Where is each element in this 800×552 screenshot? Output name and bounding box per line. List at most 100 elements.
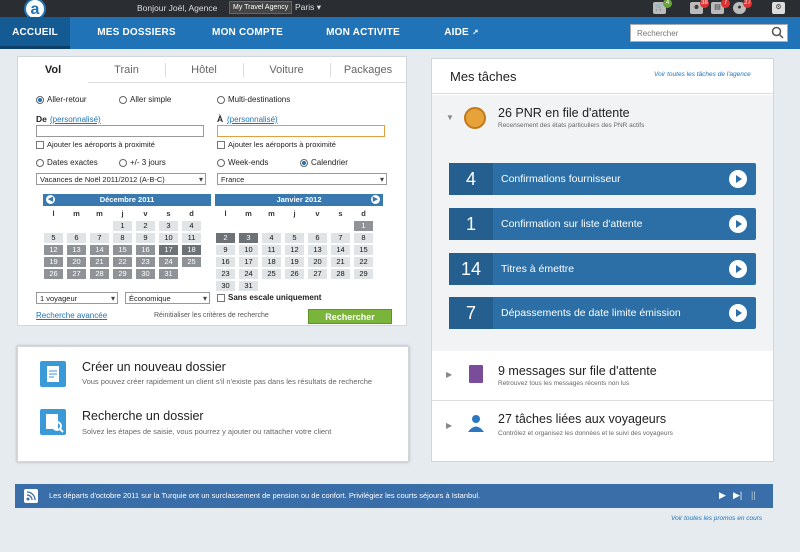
calendar-day[interactable]: 14: [90, 245, 109, 255]
calendar-day[interactable]: 12: [44, 245, 63, 255]
calendar-day[interactable]: 16: [136, 245, 155, 255]
calendar-day[interactable]: 15: [354, 245, 373, 255]
calendar-day[interactable]: 31: [159, 269, 178, 279]
calendar-day[interactable]: 13: [308, 245, 327, 255]
nav-accueil[interactable]: ACCUEIL: [0, 17, 70, 49]
tab-voiture[interactable]: Voiture: [243, 57, 330, 83]
calendar-day[interactable]: 27: [67, 269, 86, 279]
task-row-confirmations[interactable]: 4 Confirmations fournisseur: [449, 163, 756, 195]
calendar-day[interactable]: 9: [136, 233, 155, 243]
calendar-day[interactable]: 6: [308, 233, 327, 243]
calendar-day[interactable]: 3: [159, 221, 178, 231]
radio-week-ends[interactable]: [217, 159, 225, 167]
messages-section[interactable]: ▶ 9 messages sur file d'attente Retrouve…: [432, 355, 773, 401]
document-icon[interactable]: ▤ 7: [711, 0, 730, 14]
calendar-day[interactable]: 14: [331, 245, 350, 255]
task-row-tickets[interactable]: 14 Titres à émettre: [449, 253, 756, 285]
calendar-day[interactable]: 29: [354, 269, 373, 279]
search-input[interactable]: [630, 24, 788, 42]
calendar-day[interactable]: 19: [285, 257, 304, 267]
calendar-day[interactable]: 5: [285, 233, 304, 243]
calendar-day[interactable]: 24: [159, 257, 178, 267]
search-icon[interactable]: [771, 26, 784, 39]
calendar-day[interactable]: 10: [239, 245, 258, 255]
pnr-queue-title[interactable]: 26 PNR en file d'attente: [498, 106, 630, 120]
user-settings-icon[interactable]: ⚙: [772, 2, 785, 14]
radio-dates-exactes[interactable]: [36, 159, 44, 167]
find-dossier-item[interactable]: Recherche un dossier Solvez les étapes d…: [18, 403, 408, 461]
calendar-day[interactable]: 26: [285, 269, 304, 279]
calendar-day[interactable]: 5: [44, 233, 63, 243]
calendar-day[interactable]: 16: [216, 257, 235, 267]
calendar-day[interactable]: 9: [216, 245, 235, 255]
calendar-day[interactable]: 30: [136, 269, 155, 279]
expand-triangle-icon[interactable]: ▶: [446, 370, 452, 379]
tab-hotel[interactable]: Hôtel: [165, 57, 243, 83]
calendar-day[interactable]: 7: [331, 233, 350, 243]
calendar-day[interactable]: 21: [331, 257, 350, 267]
calendar-day[interactable]: 3: [239, 233, 258, 243]
calendar-day[interactable]: 28: [90, 269, 109, 279]
nonstop-checkbox[interactable]: [217, 294, 225, 302]
agency-badge[interactable]: My Travel Agency: [229, 1, 293, 14]
calendar-day[interactable]: 10: [159, 233, 178, 243]
calendar-day[interactable]: 18: [182, 245, 201, 255]
calendar-day[interactable]: 25: [182, 257, 201, 267]
calendar-day[interactable]: 17: [239, 257, 258, 267]
calendar-day[interactable]: 7: [90, 233, 109, 243]
from-customize-link[interactable]: (personnalisé): [50, 115, 101, 124]
calendar-day[interactable]: 22: [354, 257, 373, 267]
tab-train[interactable]: Train: [88, 57, 165, 83]
travelers-section[interactable]: ▶ 27 tâches liées aux voyageurs Contrôle…: [432, 403, 773, 451]
to-nearby-checkbox[interactable]: [217, 141, 225, 149]
calendar-day[interactable]: 18: [262, 257, 281, 267]
nav-mes-dossiers[interactable]: MES DOSSIERS: [84, 17, 189, 49]
calendar-day[interactable]: 13: [67, 245, 86, 255]
calendar-day[interactable]: 21: [90, 257, 109, 267]
calendar-day[interactable]: 22: [113, 257, 132, 267]
calendar-day[interactable]: 15: [113, 245, 132, 255]
tab-vol[interactable]: Vol: [18, 57, 88, 83]
user-alert-icon[interactable]: ☻ 38: [690, 0, 709, 14]
calendar-day[interactable]: 4: [182, 221, 201, 231]
ticker-play-icon[interactable]: ▶: [719, 490, 726, 501]
advanced-search-link[interactable]: Recherche avancée: [36, 311, 107, 320]
calendar-day[interactable]: 23: [216, 269, 235, 279]
expand-triangle-icon[interactable]: ▶: [446, 421, 452, 430]
from-nearby-checkbox[interactable]: [36, 141, 44, 149]
all-promos-link[interactable]: Voir toutes les promos en cours: [671, 515, 762, 522]
calendar-day[interactable]: 11: [182, 233, 201, 243]
calendar-day[interactable]: 20: [67, 257, 86, 267]
calendar-day[interactable]: 20: [308, 257, 327, 267]
nav-mon-compte[interactable]: MON COMPTE: [200, 17, 295, 49]
to-customize-link[interactable]: (personnalisé): [227, 115, 278, 124]
cart-icon[interactable]: 🛒 4: [653, 0, 672, 14]
travelers-select[interactable]: 1 voyageur: [36, 292, 118, 304]
calendar-prev-icon[interactable]: ◀: [46, 195, 55, 204]
radio-plus-minus-3[interactable]: [119, 159, 127, 167]
play-icon[interactable]: [729, 215, 747, 233]
tab-packages[interactable]: Packages: [330, 57, 406, 83]
calendar-day[interactable]: 12: [285, 245, 304, 255]
calendar-day[interactable]: 24: [239, 269, 258, 279]
calendar-day[interactable]: 8: [113, 233, 132, 243]
play-icon[interactable]: [729, 304, 747, 322]
collapse-triangle-icon[interactable]: ▼: [446, 113, 454, 122]
calendar-day[interactable]: 11: [262, 245, 281, 255]
calendar-day[interactable]: 4: [262, 233, 281, 243]
play-icon[interactable]: [729, 260, 747, 278]
calendar-day[interactable]: 27: [308, 269, 327, 279]
calendar-day[interactable]: 25: [262, 269, 281, 279]
search-button[interactable]: Rechercher: [308, 309, 392, 324]
nav-aide[interactable]: AIDE ↗: [434, 17, 489, 49]
calendar-day[interactable]: 29: [113, 269, 132, 279]
calendar-day[interactable]: 31: [239, 281, 258, 291]
city-selector[interactable]: Paris ▾: [295, 2, 321, 13]
ticker-next-icon[interactable]: ▶|: [733, 490, 742, 501]
task-row-waitlist[interactable]: 1 Confirmation sur liste d'attente: [449, 208, 756, 240]
calendar-day[interactable]: 1: [354, 221, 373, 231]
nav-mon-activite[interactable]: MON ACTIVITE: [314, 17, 412, 49]
calendar-day[interactable]: 30: [216, 281, 235, 291]
country-select[interactable]: France: [217, 173, 387, 185]
calendar-day[interactable]: 6: [67, 233, 86, 243]
